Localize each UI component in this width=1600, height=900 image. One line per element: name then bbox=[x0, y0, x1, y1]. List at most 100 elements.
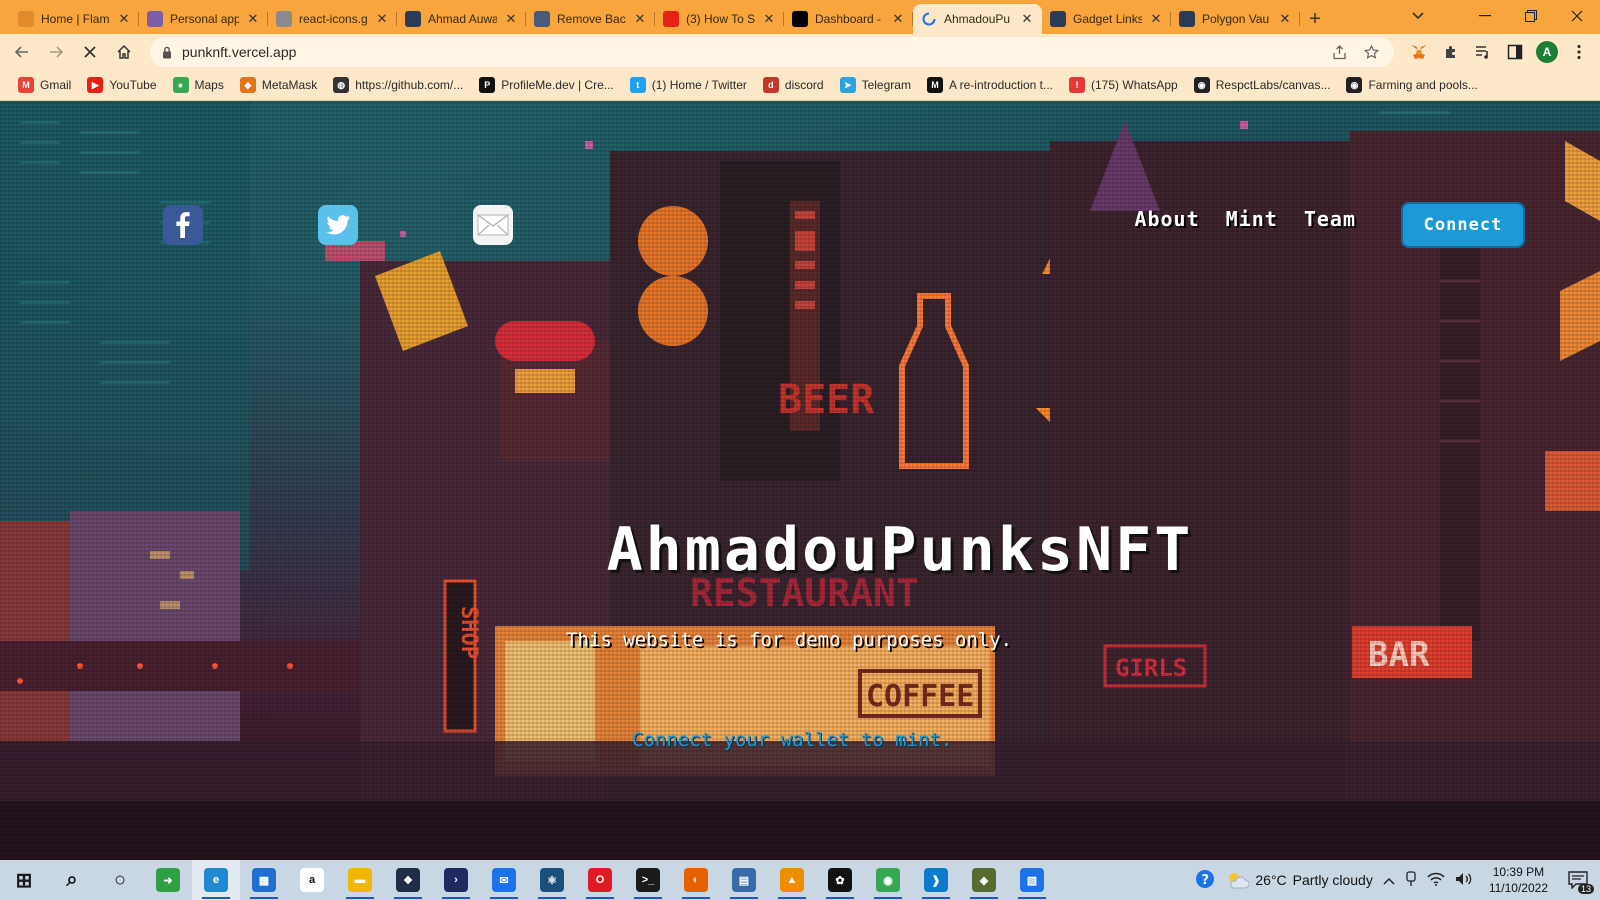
twitter-icon[interactable] bbox=[316, 203, 360, 247]
taskbar-amazon[interactable]: a bbox=[288, 860, 336, 900]
browser-tab[interactable]: (3) How To S ✕ bbox=[655, 4, 784, 34]
tab-title: Polygon Vau bbox=[1202, 12, 1270, 26]
share-icon[interactable] bbox=[1328, 44, 1350, 60]
bookmark-item[interactable]: ● Maps bbox=[165, 72, 232, 98]
address-bar[interactable]: punknft.vercel.app bbox=[150, 37, 1394, 67]
tab-close-icon[interactable]: ✕ bbox=[891, 11, 905, 27]
extensions-puzzle-icon[interactable] bbox=[1436, 37, 1466, 67]
bookmark-item[interactable]: ◉ Farming and pools... bbox=[1338, 72, 1485, 98]
nav-team[interactable]: Team bbox=[1304, 207, 1356, 231]
restore-button[interactable] bbox=[1508, 0, 1554, 32]
taskbar-app-green-circle[interactable]: ✿ bbox=[816, 860, 864, 900]
taskbar-chrome[interactable]: ◉ bbox=[864, 860, 912, 900]
stop-loading-button[interactable] bbox=[74, 37, 106, 67]
taskbar-mail[interactable]: ✉ bbox=[480, 860, 528, 900]
metamask-extension-icon[interactable] bbox=[1404, 37, 1434, 67]
side-panel-icon[interactable] bbox=[1500, 37, 1530, 67]
kebab-menu-icon[interactable] bbox=[1564, 37, 1594, 67]
taskbar-app-chrome-profile[interactable]: ◈ bbox=[960, 860, 1008, 900]
connect-wallet-button[interactable]: Connect bbox=[1401, 202, 1525, 248]
bookmark-item[interactable]: P ProfileMe.dev | Cre... bbox=[471, 72, 622, 98]
facebook-icon[interactable] bbox=[161, 203, 205, 247]
search-taskbar-icon: ⌕ bbox=[66, 868, 78, 891]
email-icon[interactable] bbox=[471, 203, 515, 247]
hero-title: AhmadouPunksNFT bbox=[606, 515, 1194, 585]
taskbar-powershell[interactable]: › bbox=[432, 860, 480, 900]
nav-about[interactable]: About bbox=[1134, 207, 1199, 231]
tab-close-icon[interactable]: ✕ bbox=[117, 11, 131, 27]
bookmark-item[interactable]: ▶ YouTube bbox=[79, 72, 164, 98]
tab-search-chevron-icon[interactable] bbox=[1406, 6, 1430, 26]
profile-avatar[interactable]: A bbox=[1532, 37, 1562, 67]
app-chrome-profile-icon: ◈ bbox=[972, 868, 996, 892]
taskbar-edge[interactable]: e bbox=[192, 860, 240, 900]
taskbar-firefox[interactable]: ◐ bbox=[672, 860, 720, 900]
weather-widget[interactable]: 26°C Partly cloudy bbox=[1225, 870, 1373, 890]
browser-tab[interactable]: Ahmad Auwa ✕ bbox=[397, 4, 526, 34]
vlc-icon: ▲ bbox=[780, 868, 804, 892]
app-green-arrow-icon: ➜ bbox=[156, 868, 180, 892]
forward-button[interactable] bbox=[40, 37, 72, 67]
browser-tab[interactable]: Dashboard - ✕ bbox=[784, 4, 913, 34]
taskbar-terminal[interactable]: >_ bbox=[624, 860, 672, 900]
loading-spinner bbox=[921, 11, 937, 27]
firefox-icon: ◐ bbox=[684, 868, 708, 892]
bookmark-item[interactable]: d discord bbox=[755, 72, 832, 98]
taskbar-app-green-arrow[interactable]: ➜ bbox=[144, 860, 192, 900]
tab-close-icon[interactable]: ✕ bbox=[1278, 11, 1292, 27]
close-window-button[interactable] bbox=[1554, 0, 1600, 32]
tab-close-icon[interactable]: ✕ bbox=[375, 11, 389, 27]
svg-text:GIRLS: GIRLS bbox=[1115, 654, 1187, 682]
tab-close-icon[interactable]: ✕ bbox=[633, 11, 647, 27]
bookmark-item[interactable]: ◉ RespctLabs/canvas... bbox=[1186, 72, 1339, 98]
taskbar-file-explorer[interactable]: ▬ bbox=[336, 860, 384, 900]
tab-close-icon[interactable]: ✕ bbox=[504, 11, 518, 27]
help-icon[interactable]: ? bbox=[1195, 869, 1215, 892]
bookmark-item[interactable]: ! (175) WhatsApp bbox=[1061, 72, 1186, 98]
tab-close-icon[interactable]: ✕ bbox=[1149, 11, 1163, 27]
media-queue-icon[interactable] bbox=[1468, 37, 1498, 67]
taskbar-search-taskbar[interactable]: ⌕ bbox=[48, 860, 96, 900]
minimize-button[interactable] bbox=[1462, 0, 1508, 32]
taskbar-vscode[interactable]: ❱ bbox=[912, 860, 960, 900]
tab-close-icon[interactable]: ✕ bbox=[246, 11, 260, 27]
new-tab-button[interactable]: + bbox=[1300, 4, 1330, 34]
nav-mint[interactable]: Mint bbox=[1226, 207, 1278, 231]
bookmark-item[interactable]: M A re-introduction t... bbox=[919, 72, 1061, 98]
tab-title: Home | Flam bbox=[41, 12, 110, 26]
browser-tab[interactable]: Personal app ✕ bbox=[139, 4, 268, 34]
bookmark-item[interactable]: t (1) Home / Twitter bbox=[622, 72, 755, 98]
home-button[interactable] bbox=[108, 37, 140, 67]
volume-icon[interactable] bbox=[1455, 872, 1473, 889]
browser-tab[interactable]: Polygon Vau ✕ bbox=[1171, 4, 1300, 34]
taskbar-start-button[interactable]: ⊞ bbox=[0, 860, 48, 900]
browser-tab[interactable]: AhmadouPu ✕ bbox=[913, 4, 1042, 34]
browser-tab[interactable]: Home | Flam ✕ bbox=[10, 4, 139, 34]
chevron-up-icon[interactable] bbox=[1383, 872, 1395, 888]
browser-tab[interactable]: react-icons.g ✕ bbox=[268, 4, 397, 34]
taskbar-dropbox[interactable]: ❖ bbox=[384, 860, 432, 900]
tab-close-icon[interactable]: ✕ bbox=[762, 11, 776, 27]
browser-tab[interactable]: Remove Bac ✕ bbox=[526, 4, 655, 34]
bookmark-item[interactable]: ➤ Telegram bbox=[832, 72, 919, 98]
back-button[interactable] bbox=[6, 37, 38, 67]
bookmark-star-icon[interactable] bbox=[1360, 44, 1382, 60]
taskbar-vlc[interactable]: ▲ bbox=[768, 860, 816, 900]
taskbar-ms-store[interactable]: ▦ bbox=[240, 860, 288, 900]
bookmark-item[interactable]: ◍ https://github.com/... bbox=[325, 72, 471, 98]
taskbar-opera[interactable]: O bbox=[576, 860, 624, 900]
cortana-icon: ○ bbox=[113, 868, 127, 891]
taskbar-network-app[interactable]: ▤ bbox=[720, 860, 768, 900]
notification-center-button[interactable]: 13 bbox=[1564, 868, 1594, 894]
taskbar-cortana[interactable]: ○ bbox=[96, 860, 144, 900]
taskbar-photos[interactable]: ▧ bbox=[1008, 860, 1056, 900]
wifi-icon[interactable] bbox=[1427, 872, 1445, 889]
bookmark-item[interactable]: M Gmail bbox=[10, 72, 79, 98]
bookmark-label: A re-introduction t... bbox=[948, 78, 1054, 92]
tab-close-icon[interactable]: ✕ bbox=[1020, 11, 1034, 27]
system-clock[interactable]: 10:39 PM 11/10/2022 bbox=[1489, 864, 1548, 896]
browser-tab[interactable]: Gadget Links ✕ bbox=[1042, 4, 1171, 34]
taskbar-react-devtools[interactable]: ⚛ bbox=[528, 860, 576, 900]
bookmark-item[interactable]: ◆ MetaMask bbox=[232, 72, 325, 98]
usb-device-icon[interactable] bbox=[1405, 870, 1417, 890]
